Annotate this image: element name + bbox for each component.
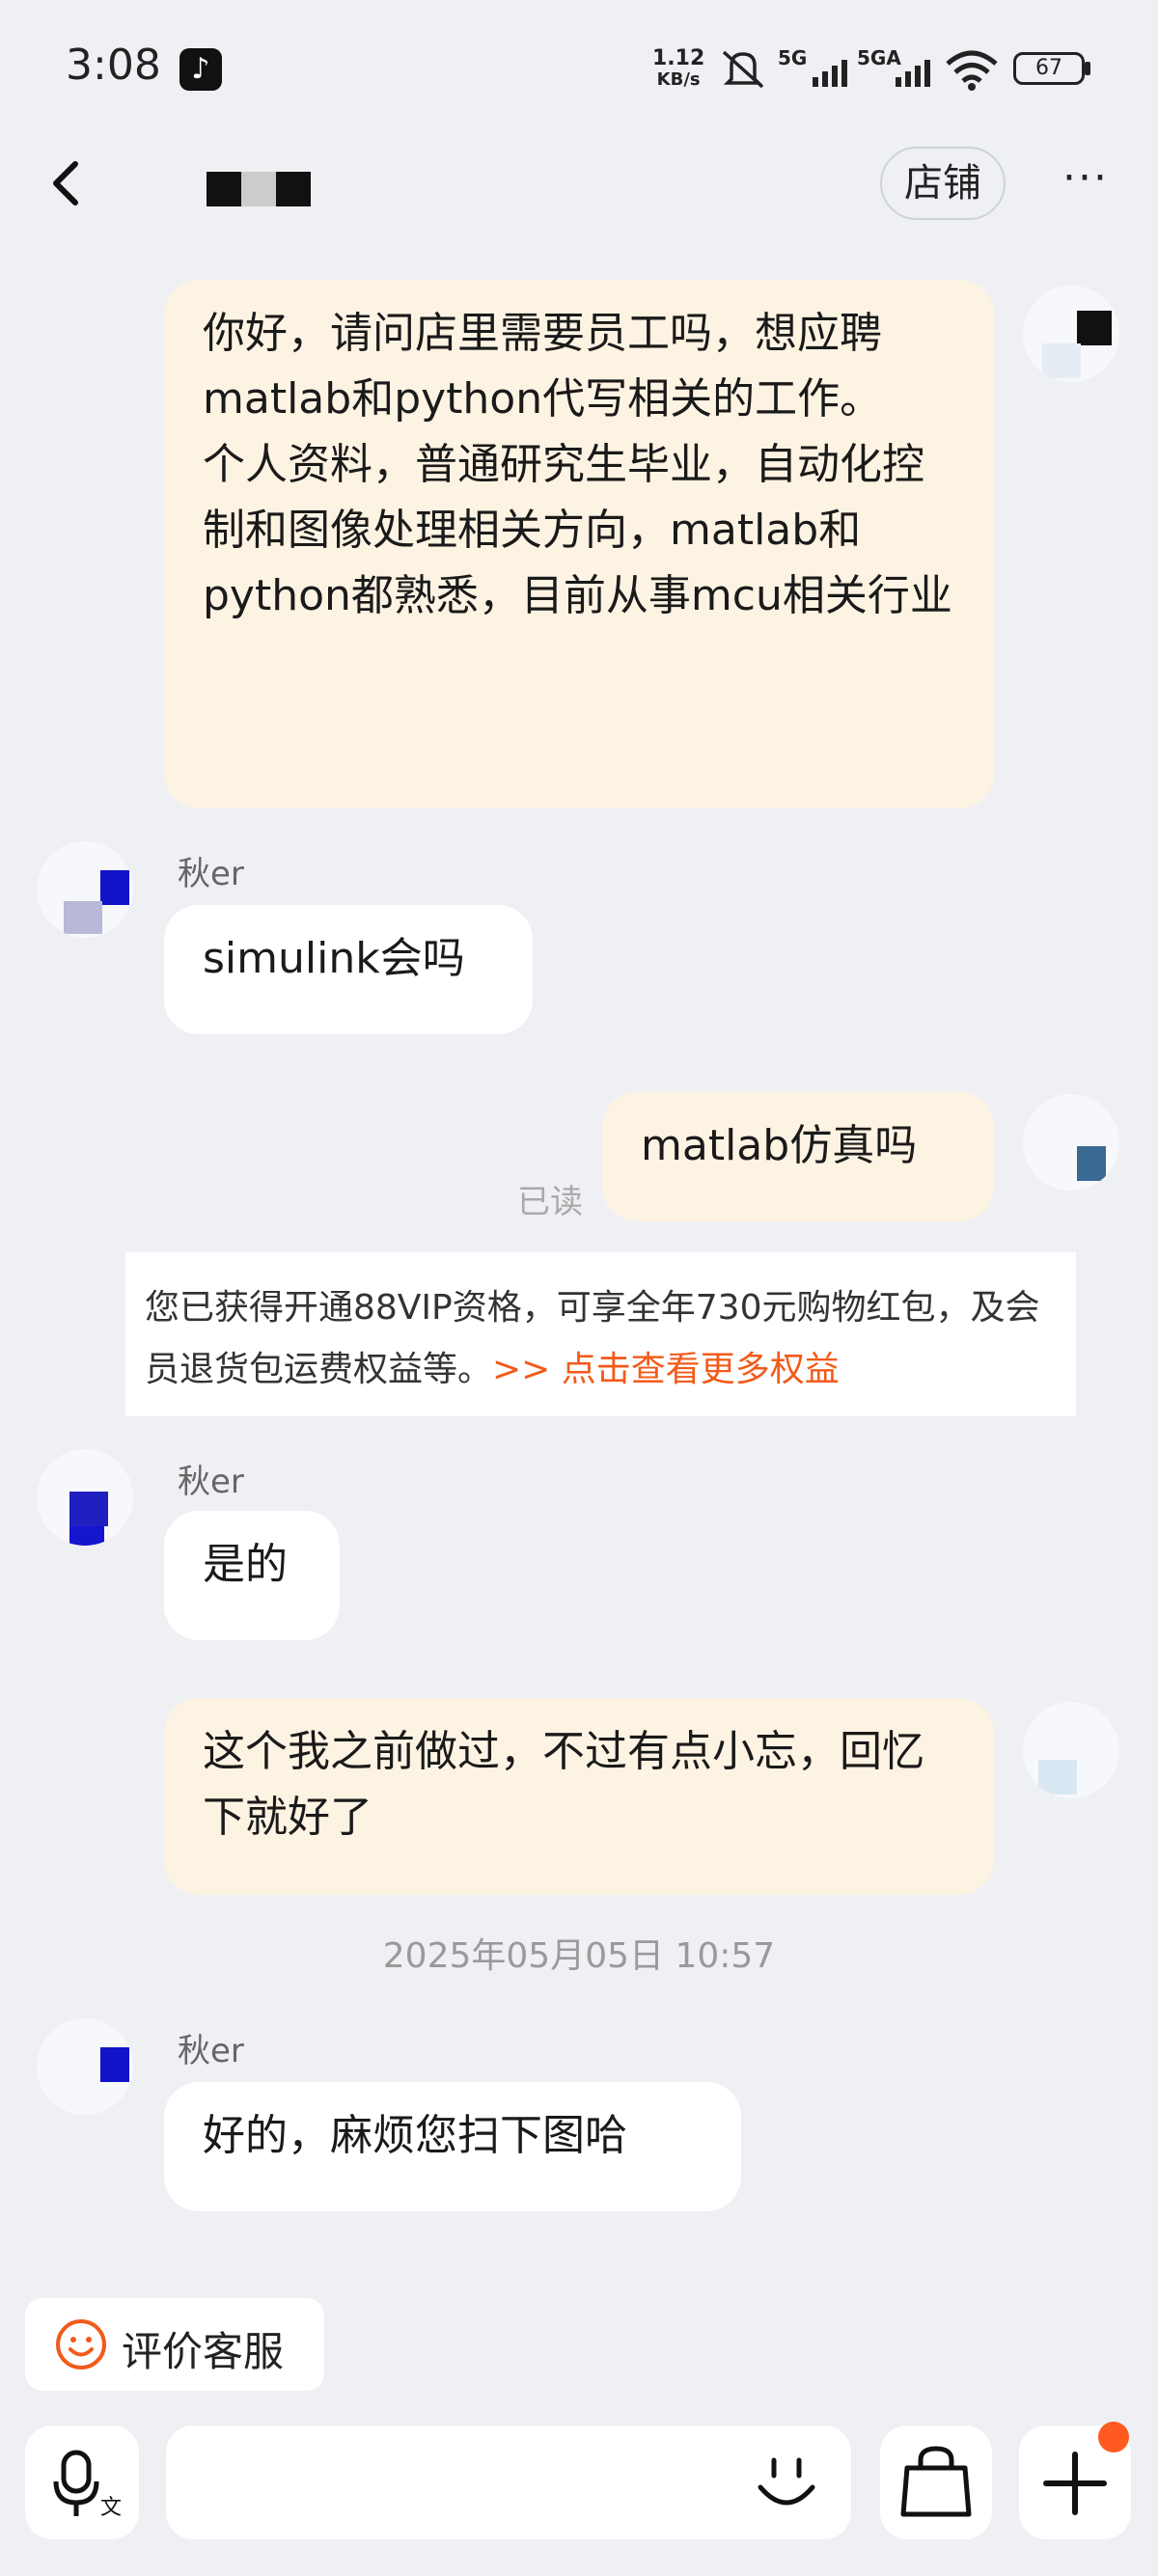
message-bubble-outgoing[interactable]: 这个我之前做过，不过有点小忘，回忆下就好了 <box>164 1698 994 1895</box>
shopping-bag-icon <box>900 2446 972 2517</box>
seller-nickname: 秋er <box>178 855 244 893</box>
message-input[interactable] <box>166 2425 851 2539</box>
my-avatar[interactable] <box>1023 286 1119 382</box>
more-options-button[interactable]: ··· <box>1052 154 1119 212</box>
message-bubble-outgoing[interactable]: matlab仿真吗 <box>602 1092 994 1221</box>
message-bubble-incoming[interactable]: 好的，麻烦您扫下图哈 <box>164 2082 741 2211</box>
rate-service-button[interactable]: 评价客服 <box>25 2298 324 2391</box>
battery-icon: 67 <box>1013 52 1085 85</box>
shopping-bag-button[interactable] <box>880 2425 992 2539</box>
promo-link[interactable]: >> 点击查看更多权益 <box>492 1350 840 1389</box>
my-avatar[interactable] <box>1023 1094 1119 1191</box>
back-arrow-icon[interactable] <box>39 154 96 212</box>
seller-nickname: 秋er <box>178 2032 244 2070</box>
voice-input-button[interactable]: 文 <box>25 2425 139 2539</box>
battery-tip <box>1085 62 1090 75</box>
seller-avatar[interactable] <box>37 841 133 938</box>
seller-nickname: 秋er <box>178 1463 244 1501</box>
smiley-icon <box>56 2319 106 2370</box>
input-bar: 文 <box>0 2408 1158 2576</box>
chat-timestamp: 2025年05月05日 10:57 <box>382 1936 776 1976</box>
message-bubble-incoming[interactable]: simulink会吗 <box>164 905 533 1034</box>
network-speed: 1.12 KB/s <box>652 48 704 91</box>
notification-dot <box>1098 2422 1129 2453</box>
svg-text:文: 文 <box>100 2495 122 2519</box>
network-speed-value: 1.12 <box>652 46 705 70</box>
shop-name-redacted <box>207 172 313 210</box>
mute-bell-icon <box>722 50 764 89</box>
signal-icon-2: 5GA <box>857 46 930 89</box>
battery-level: 67 <box>1035 56 1062 80</box>
message-bubble-incoming[interactable]: 是的 <box>164 1511 340 1640</box>
network-speed-unit: KB/s <box>656 69 701 90</box>
microphone-icon: 文 <box>53 2450 122 2519</box>
seller-avatar[interactable] <box>37 2018 133 2115</box>
my-avatar[interactable] <box>1023 1702 1119 1798</box>
status-bar: 3:08 ♪ 1.12 KB/s 5G 5GA 67 <box>0 0 1158 135</box>
wifi-icon <box>946 50 998 91</box>
seller-avatar[interactable] <box>37 1449 133 1546</box>
vip-promo-notice: 您已获得开通88VIP资格，可享全年730元购物红包，及会员退货包运费权益等。>… <box>125 1252 1076 1416</box>
read-receipt: 已读 <box>517 1183 583 1221</box>
status-time: 3:08 <box>66 41 161 90</box>
rate-service-label: 评价客服 <box>122 2328 285 2375</box>
tiktok-notification-icon: ♪ <box>179 48 222 91</box>
emoji-icon[interactable] <box>751 2447 822 2518</box>
message-bubble-outgoing[interactable]: 你好，请问店里需要员工吗，想应聘matlab和python代写相关的工作。 个人… <box>164 280 994 808</box>
signal-icon-1: 5G <box>778 46 847 89</box>
store-button[interactable]: 店铺 <box>880 147 1006 220</box>
